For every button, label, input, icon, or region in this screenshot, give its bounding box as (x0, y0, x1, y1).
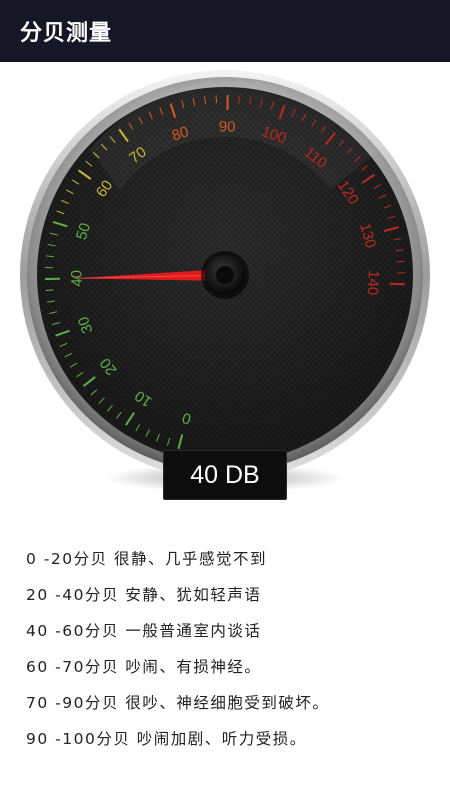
decibel-readout: 40 DB (163, 450, 287, 500)
decibel-legend: 0 -20分贝 很静、几乎感觉不到 20 -40分贝 安静、犹如轻声语 40 -… (26, 545, 436, 761)
legend-row: 20 -40分贝 安静、犹如轻声语 (26, 586, 262, 604)
legend-row: 0 -20分贝 很静、几乎感觉不到 (26, 550, 268, 568)
decibel-gauge: 0 10 20 30 40 50 60 70 80 90 100 110 120 130 140 40 DB (0, 62, 450, 522)
major-tick (389, 282, 405, 286)
minor-tick (45, 289, 54, 292)
legend-row: 70 -90分贝 很吵、神经细胞受到破坏。 (26, 694, 330, 712)
scale-label: 140 (364, 270, 382, 296)
app-bar: 分贝测量 (0, 0, 450, 62)
legend-row: 60 -70分贝 吵闹、有损神经。 (26, 658, 262, 676)
minor-tick (396, 260, 405, 263)
scale-label: 90 (219, 118, 236, 135)
legend-row: 40 -60分贝 一般普通室内谈话 (26, 622, 262, 640)
legend-row: 90 -100分贝 吵闹加剧、听力受损。 (26, 730, 307, 748)
minor-tick (238, 95, 240, 104)
app-title: 分贝测量 (20, 21, 113, 46)
